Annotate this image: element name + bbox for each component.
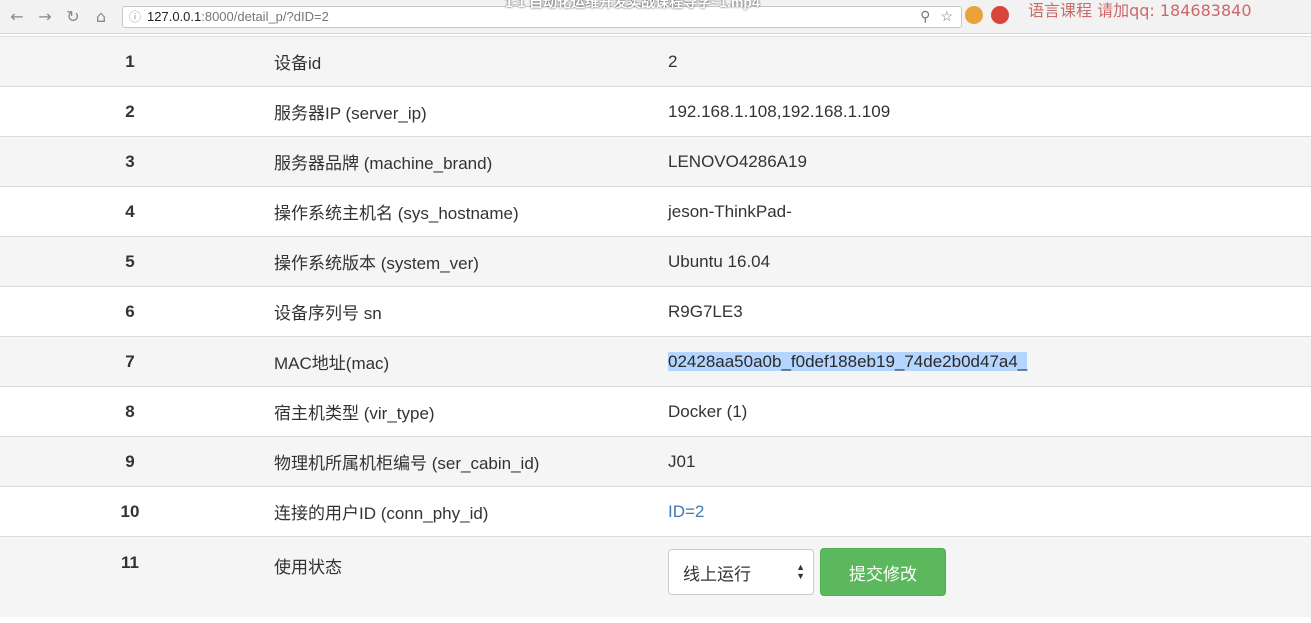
row-value: J01 — [655, 436, 1311, 487]
row-index: 5 — [125, 251, 135, 271]
row-index: 11 — [121, 553, 139, 572]
row-index: 6 — [125, 301, 135, 321]
bookmark-star-icon[interactable]: ☆ — [940, 8, 953, 25]
row-index: 9 — [125, 451, 135, 471]
table-row: 6 设备序列号 sn R9G7LE3 — [0, 286, 1311, 337]
row-label: 宿主机类型 (vir_type) — [260, 386, 655, 437]
row-value: Docker (1) — [655, 386, 1311, 437]
extension-icon[interactable] — [991, 6, 1009, 24]
row-value-selected[interactable]: 02428aa50a0b_f0def188eb19_74de2b0d47a4_ — [668, 351, 1028, 371]
url-path: :8000/detail_p/?dID=2 — [201, 9, 329, 24]
row-label: 使用状态 — [260, 536, 655, 617]
row-index: 4 — [125, 201, 135, 221]
zoom-icon[interactable]: ⚲ — [920, 8, 930, 25]
row-value: R9G7LE3 — [655, 286, 1311, 337]
row-value: 2 — [655, 36, 1311, 87]
conn-user-link[interactable]: ID=2 — [668, 502, 704, 521]
row-label: 操作系统主机名 (sys_hostname) — [260, 186, 655, 237]
home-icon[interactable]: ⌂ — [90, 6, 112, 28]
table-row: 4 操作系统主机名 (sys_hostname) jeson-ThinkPad- — [0, 186, 1311, 237]
forward-icon[interactable]: → — [34, 6, 56, 28]
row-value: Ubuntu 16.04 — [655, 236, 1311, 287]
reload-icon[interactable]: ↻ — [62, 6, 84, 28]
table-row: 1 设备id 2 — [0, 36, 1311, 87]
row-label: 操作系统版本 (system_ver) — [260, 236, 655, 287]
row-label: 设备序列号 sn — [260, 286, 655, 337]
table-row: 3 服务器品牌 (machine_brand) LENOVO4286A19 — [0, 136, 1311, 187]
table-row: 11 使用状态 线上运行 ▲ ▼ 提交修改 — [0, 536, 1311, 617]
back-icon[interactable]: ← — [6, 6, 28, 28]
row-label: 服务器品牌 (machine_brand) — [260, 136, 655, 187]
extension-icons — [965, 6, 1009, 24]
row-value: 192.168.1.108,192.168.1.109 — [655, 86, 1311, 137]
table-row: 2 服务器IP (server_ip) 192.168.1.108,192.16… — [0, 86, 1311, 137]
watermark: 语言课程 请加qq: 184683840 — [1028, 1, 1252, 20]
video-title-overlay: 1-1 自动化运维开发实战课程导学~1.mp4 — [505, 0, 760, 10]
row-index: 2 — [125, 101, 135, 121]
table-row: 10 连接的用户ID (conn_phy_id) ID=2 — [0, 486, 1311, 537]
submit-button[interactable]: 提交修改 — [820, 548, 946, 596]
row-index: 1 — [125, 51, 135, 71]
row-index: 10 — [120, 501, 140, 521]
table-row: 7 MAC地址(mac) 02428aa50a0b_f0def188eb19_7… — [0, 336, 1311, 387]
row-label: 设备id — [260, 36, 655, 87]
url-host: 127.0.0.1 — [147, 9, 202, 24]
select-arrows-icon: ▲ ▼ — [796, 562, 805, 581]
row-value: jeson-ThinkPad- — [655, 186, 1311, 237]
table-row: 9 物理机所属机柜编号 (ser_cabin_id) J01 — [0, 436, 1311, 487]
row-index: 8 — [125, 401, 135, 421]
device-detail-table-container: 1 设备id 2 2 服务器IP (server_ip) 192.168.1.1… — [0, 36, 1311, 617]
row-label: 连接的用户ID (conn_phy_id) — [260, 486, 655, 537]
extension-icon[interactable] — [965, 6, 983, 24]
table-row: 8 宿主机类型 (vir_type) Docker (1) — [0, 386, 1311, 437]
row-index: 3 — [125, 151, 135, 171]
table-row: 5 操作系统版本 (system_ver) Ubuntu 16.04 — [0, 236, 1311, 287]
status-select[interactable]: 线上运行 ▲ ▼ — [668, 549, 814, 595]
info-icon: ⓘ — [129, 10, 142, 24]
row-label: MAC地址(mac) — [260, 336, 655, 387]
row-label: 物理机所属机柜编号 (ser_cabin_id) — [260, 436, 655, 487]
row-value: LENOVO4286A19 — [655, 136, 1311, 187]
row-label: 服务器IP (server_ip) — [260, 86, 655, 137]
status-select-value: 线上运行 — [683, 564, 751, 584]
device-detail-table: 1 设备id 2 2 服务器IP (server_ip) 192.168.1.1… — [0, 36, 1311, 617]
row-index: 7 — [125, 351, 135, 371]
